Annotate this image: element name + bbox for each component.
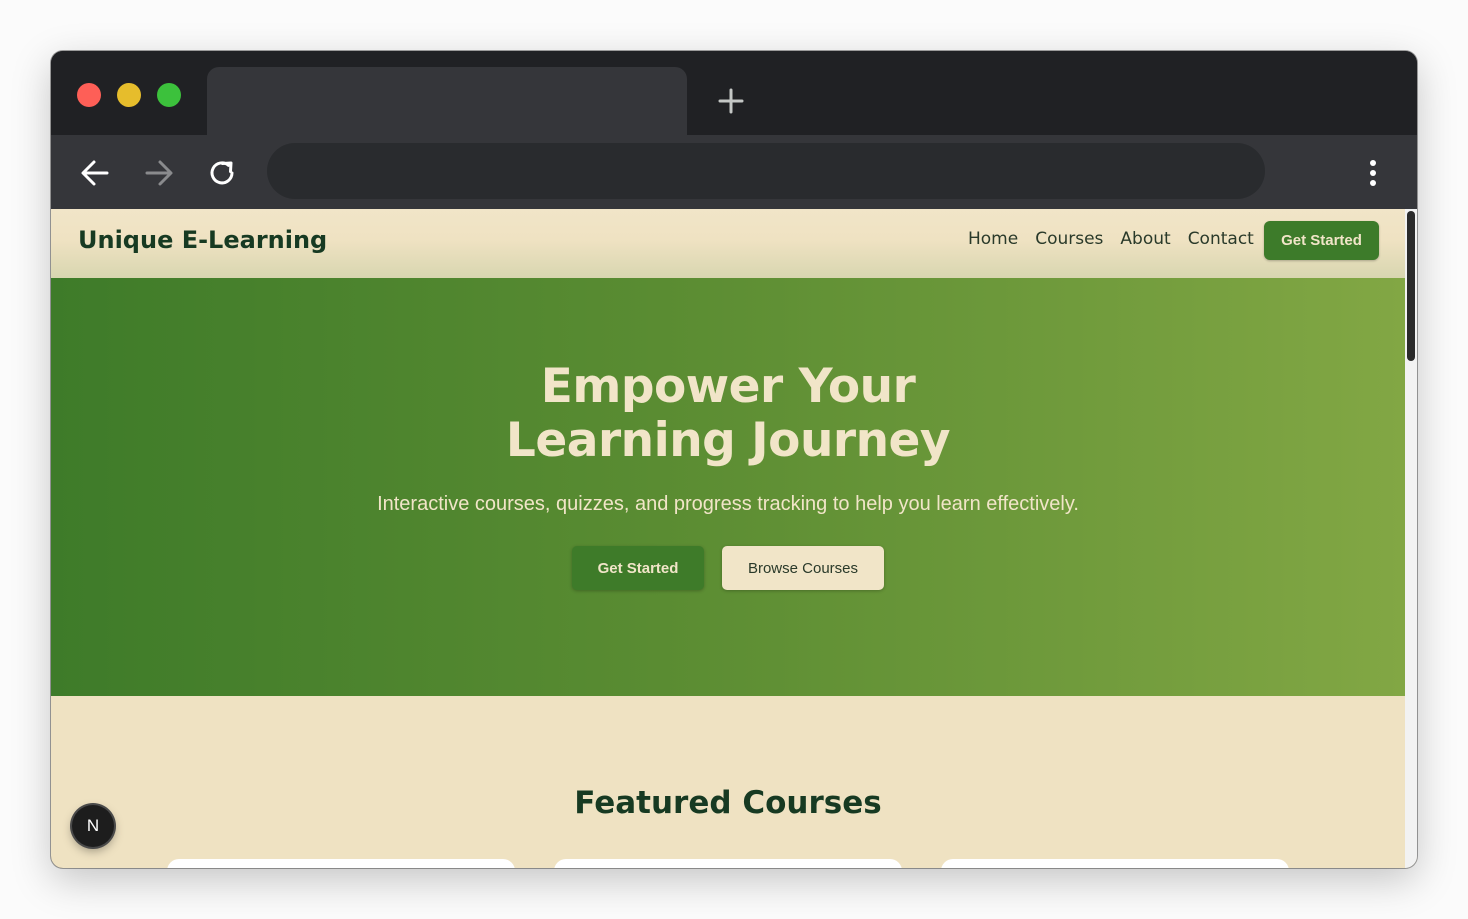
active-tab[interactable] <box>207 67 687 137</box>
minimize-window-button[interactable] <box>117 83 141 107</box>
featured-courses-heading: Featured Courses <box>574 785 882 821</box>
hero-title: Empower Your Learning Journey <box>51 360 1405 468</box>
course-card[interactable] <box>167 859 515 868</box>
nav-link-courses[interactable]: Courses <box>1035 229 1103 249</box>
main-nav: Home Courses About Contact <box>968 229 1254 249</box>
browse-courses-button[interactable]: Browse Courses <box>722 546 884 590</box>
hero-section: Empower Your Learning Journey Interactiv… <box>51 278 1405 696</box>
hero-title-line-1: Empower Your <box>540 359 916 414</box>
browser-window: Unique E-Learning Home Courses About Con… <box>51 51 1417 868</box>
forward-arrow-icon <box>145 160 173 186</box>
nav-link-about[interactable]: About <box>1120 229 1170 249</box>
plus-icon <box>718 88 744 114</box>
site-logo[interactable]: Unique E-Learning <box>78 226 327 254</box>
close-window-button[interactable] <box>77 83 101 107</box>
course-card[interactable] <box>941 859 1289 868</box>
maximize-window-button[interactable] <box>157 83 181 107</box>
reload-icon <box>210 161 234 185</box>
browser-toolbar <box>51 135 1417 209</box>
back-button[interactable] <box>75 153 115 193</box>
course-card[interactable] <box>554 859 902 868</box>
header-get-started-button[interactable]: Get Started <box>1264 221 1379 260</box>
hero-subtitle: Interactive courses, quizzes, and progre… <box>377 493 1079 515</box>
scrollbar-thumb[interactable] <box>1407 211 1415 361</box>
hero-actions: Get Started Browse Courses <box>572 546 884 590</box>
browser-menu-button[interactable] <box>1353 153 1393 193</box>
forward-button[interactable] <box>139 153 179 193</box>
tab-strip <box>51 51 1417 137</box>
hero-get-started-button[interactable]: Get Started <box>572 546 704 590</box>
scrollbar[interactable] <box>1405 209 1417 868</box>
page-viewport: Unique E-Learning Home Courses About Con… <box>51 209 1417 868</box>
address-bar[interactable] <box>267 143 1265 199</box>
nav-link-contact[interactable]: Contact <box>1188 229 1254 249</box>
back-arrow-icon <box>81 160 109 186</box>
hero-title-line-2: Learning Journey <box>505 413 951 468</box>
kebab-menu-icon <box>1370 160 1376 186</box>
reload-button[interactable] <box>203 153 243 193</box>
nextjs-dev-badge[interactable]: N <box>72 805 114 847</box>
web-page: Unique E-Learning Home Courses About Con… <box>51 209 1405 868</box>
new-tab-button[interactable] <box>713 83 749 119</box>
site-header: Unique E-Learning Home Courses About Con… <box>51 209 1405 278</box>
nav-link-home[interactable]: Home <box>968 229 1018 249</box>
